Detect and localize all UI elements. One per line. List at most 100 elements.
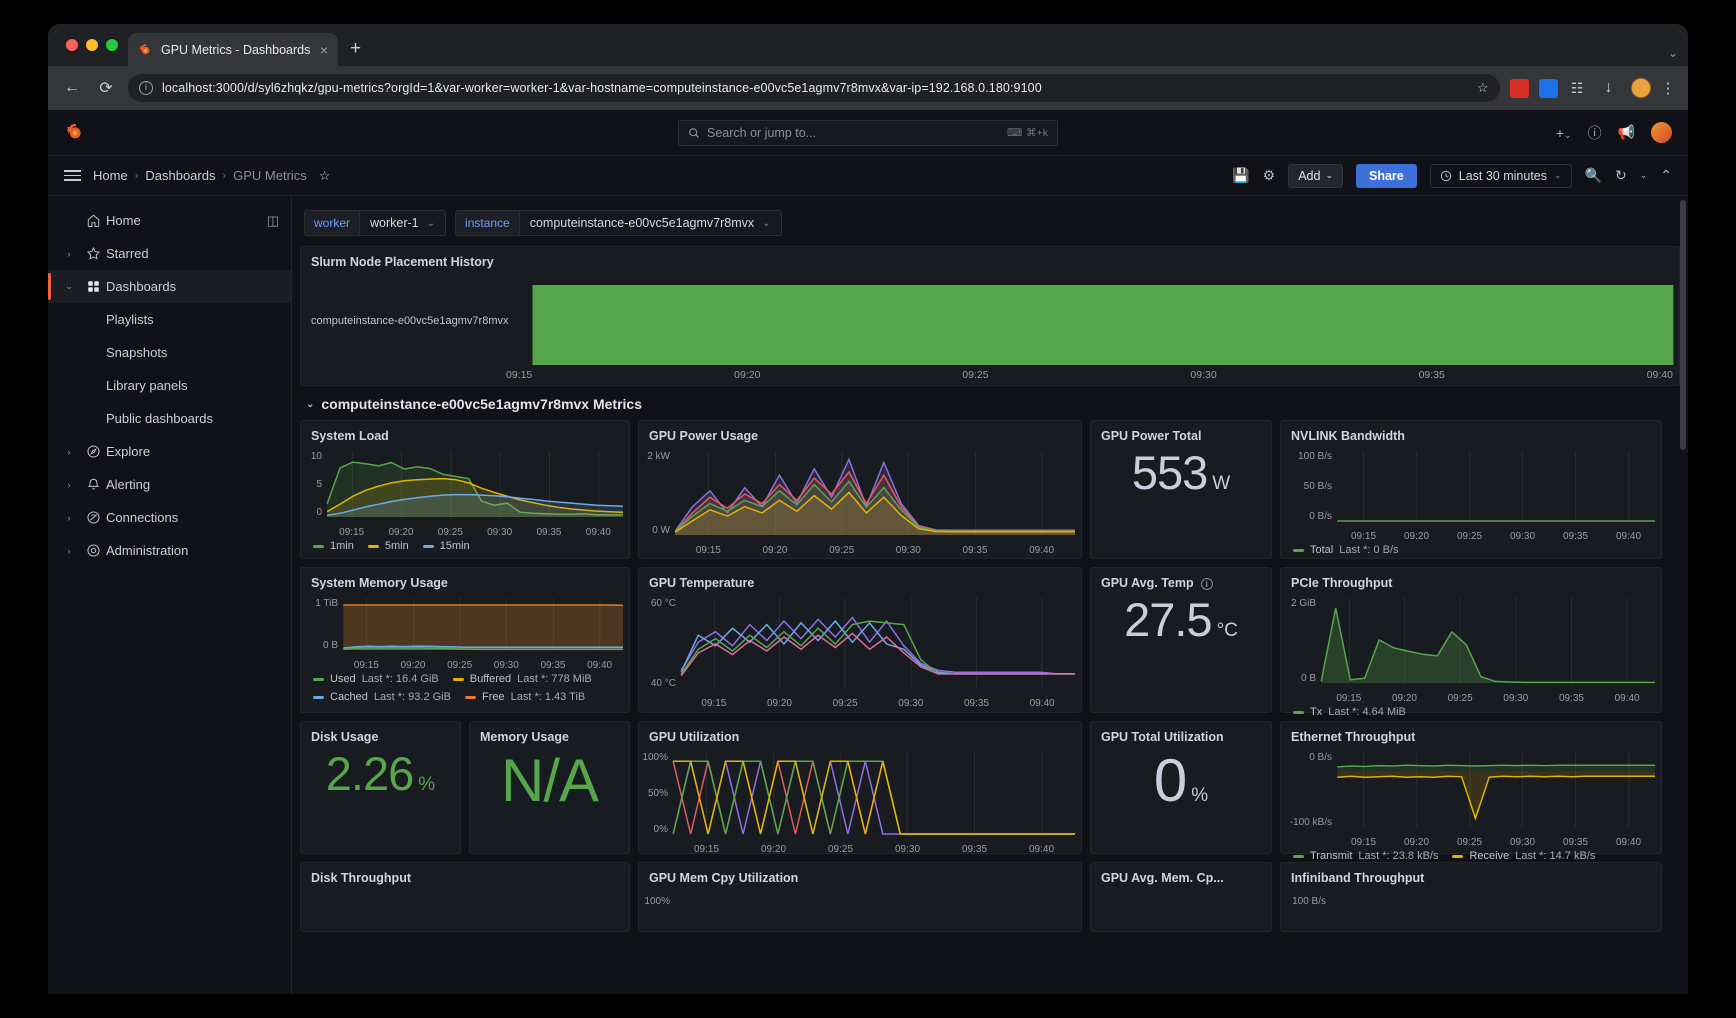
menu-toggle-icon[interactable] xyxy=(64,169,81,182)
sidebar-item-dashboards[interactable]: ⌄ Dashboards xyxy=(48,270,291,303)
profile-avatar[interactable] xyxy=(1630,78,1651,98)
panel-slurm-node-placement-history[interactable]: Slurm Node Placement History computeinst… xyxy=(300,246,1680,386)
sidebar-item-snapshots[interactable]: Snapshots xyxy=(48,336,291,369)
y-tick: 2 GiB xyxy=(1290,598,1316,609)
panel-gpu-power-usage[interactable]: GPU Power Usage 2 kW 0 W 09:15 09:20 09:25 09:… xyxy=(638,420,1082,559)
site-info-icon[interactable]: i xyxy=(139,81,153,95)
sidebar-item-connections[interactable]: › Connections xyxy=(48,501,291,534)
refresh-icon[interactable]: ↻ xyxy=(1615,167,1627,184)
breadcrumb-home[interactable]: Home xyxy=(93,168,128,183)
share-button[interactable]: Share xyxy=(1356,163,1417,188)
panel-memory-usage[interactable]: Memory Usage N/A xyxy=(469,721,630,854)
panel-title: System Load xyxy=(311,429,389,443)
infiniband-throughput-plot-svg xyxy=(1281,887,1661,927)
downloads-icon[interactable]: ↓ xyxy=(1597,79,1621,97)
sidebar-item-administration[interactable]: › Administration xyxy=(48,534,291,567)
panel-gpu-total-utilization[interactable]: GPU Total Utilization 0% xyxy=(1090,721,1272,854)
legend-item[interactable]: Used Last *: 16.4 GiB xyxy=(313,673,439,685)
news-icon[interactable]: 📢 xyxy=(1618,124,1635,141)
legend-item[interactable]: 15min xyxy=(422,540,470,552)
panel-disk-usage[interactable]: Disk Usage 2.26% xyxy=(300,721,461,854)
sidebar-item-home[interactable]: Home ◫ xyxy=(48,204,291,237)
add-panel-button[interactable]: Add ⌄ xyxy=(1288,163,1343,188)
infiniband-throughput-plot: 100 B/s xyxy=(1281,887,1661,932)
sidebar-item-public-dashboards[interactable]: Public dashboards xyxy=(48,402,291,435)
address-bar[interactable]: i localhost:3000/d/syl6zhqkz/gpu-metrics… xyxy=(128,74,1500,102)
panel-gpu-mem-cpy-utilization[interactable]: GPU Mem Cpy Utilization 100% xyxy=(638,862,1082,932)
panel-ethernet-throughput[interactable]: Ethernet Throughput 0 B/s -100 kB/s 09:15 09… xyxy=(1280,721,1662,862)
dashboard-row-header[interactable]: ⌄ computeinstance-e00vc5e1agmv7r8mvx Met… xyxy=(300,386,1680,420)
panel-infiniband-throughput[interactable]: Infiniband Throughput 100 B/s xyxy=(1280,862,1662,932)
info-icon[interactable]: i xyxy=(1200,577,1213,590)
legend-label: Tx xyxy=(1310,706,1323,718)
x-tick: 09:25 xyxy=(1456,531,1483,542)
breadcrumb-dashboards[interactable]: Dashboards xyxy=(145,168,215,183)
time-range-picker[interactable]: Last 30 minutes ⌄ xyxy=(1429,163,1572,188)
legend-label: Total xyxy=(1310,544,1334,556)
legend-item[interactable]: Transmit Last *: 23.8 kB/s xyxy=(1293,850,1438,862)
collapse-toolbar-icon[interactable]: ⌃ xyxy=(1660,167,1672,184)
extensions-puzzle-icon[interactable]: ☷ xyxy=(1568,79,1587,98)
chevron-right-icon[interactable]: › xyxy=(58,546,80,556)
legend-item[interactable]: Free Last *: 1.43 TiB xyxy=(464,691,585,703)
panel-gpu-avg-mem-cpy[interactable]: GPU Avg. Mem. Cp... xyxy=(1090,862,1272,932)
zoom-out-time-icon[interactable]: 🔍 xyxy=(1585,167,1602,184)
legend-item[interactable]: Buffered Last *: 778 MiB xyxy=(452,673,592,685)
panel-pcie-throughput[interactable]: PCIe Throughput 2 GiB 0 B 09:15 09:20 09:25 09… xyxy=(1280,567,1662,718)
panel-gpu-temperature[interactable]: GPU Temperature 60 °C 40 °C 09:15 09:20 09:25… xyxy=(638,567,1082,713)
browser-menu-icon[interactable]: ⋮ xyxy=(1661,79,1677,97)
variable-worker-select[interactable]: worker-1 ⌄ xyxy=(359,210,447,236)
sidebar-item-explore[interactable]: › Explore xyxy=(48,435,291,468)
system-memory-usage-legend: Used Last *: 16.4 GiB Buffered Last *: 778 … xyxy=(301,671,629,710)
user-avatar[interactable] xyxy=(1651,122,1672,143)
save-dashboard-icon[interactable]: 💾 xyxy=(1232,167,1249,184)
sidebar-item-playlists[interactable]: Playlists xyxy=(48,303,291,336)
maximize-window-button[interactable] xyxy=(106,39,118,51)
search-input[interactable]: Search or jump to... ⌨ ⌘+k xyxy=(678,119,1058,146)
close-window-button[interactable] xyxy=(66,39,78,51)
back-button[interactable]: ← xyxy=(60,79,84,97)
legend-item[interactable]: Total Last *: 0 B/s xyxy=(1293,544,1399,556)
chevron-down-icon[interactable]: ⌄ xyxy=(58,281,80,292)
dashboard-toolbar: 💾 ⚙ Add ⌄ Share Last 30 minutes ⌄ 🔍 ↻ ⌄ … xyxy=(1232,163,1672,188)
panel-gpu-power-total[interactable]: GPU Power Total 553 W xyxy=(1090,420,1272,559)
legend-item[interactable]: Receive Last *: 14.7 kB/s xyxy=(1452,850,1595,862)
panel-system-load[interactable]: System Load 10 5 0 09:15 09:20 09:25 09:30 09:35… xyxy=(300,420,630,559)
browser-tab[interactable]: GPU Metrics - Dashboards - G × xyxy=(128,33,338,67)
legend-item[interactable]: Tx Last *: 4.64 MiB xyxy=(1293,706,1406,718)
legend-item[interactable]: 5min xyxy=(367,540,409,552)
favorite-star-icon[interactable]: ☆ xyxy=(319,168,331,184)
dashboard-scrollbar[interactable] xyxy=(1680,200,1686,450)
window-traffic-lights xyxy=(62,24,128,66)
help-icon[interactable]: ⓘ xyxy=(1588,123,1602,143)
grafana-logo-icon[interactable] xyxy=(64,122,86,144)
chevron-right-icon[interactable]: › xyxy=(58,249,80,259)
panel-disk-throughput[interactable]: Disk Throughput xyxy=(300,862,630,932)
sidebar-item-library-panels[interactable]: Library panels xyxy=(48,369,291,402)
extension-icon-1[interactable] xyxy=(1509,78,1529,98)
variable-instance-select[interactable]: computeinstance-e00vc5e1agmv7r8mvx ⌄ xyxy=(518,210,782,236)
refresh-interval-caret-icon[interactable]: ⌄ xyxy=(1640,170,1648,181)
dashboard-settings-gear-icon[interactable]: ⚙ xyxy=(1263,167,1276,184)
panel-gpu-avg-temp[interactable]: GPU Avg. Temp i 27.5 °C xyxy=(1090,567,1272,713)
panel-system-memory-usage[interactable]: System Memory Usage 1 TiB 0 B 09:15 09:20 09:… xyxy=(300,567,630,713)
x-tick: 09:15 xyxy=(695,545,721,556)
new-tab-button[interactable]: + xyxy=(338,38,373,66)
legend-item[interactable]: Cached Last *: 93.2 GiB xyxy=(313,691,451,703)
chevron-right-icon[interactable]: › xyxy=(58,447,80,457)
chevron-right-icon[interactable]: › xyxy=(58,513,80,523)
bookmark-icon[interactable]: ☆ xyxy=(1477,80,1489,96)
dock-menu-icon[interactable]: ◫ xyxy=(267,213,279,229)
chevron-right-icon[interactable]: › xyxy=(58,480,80,490)
panel-nvlink-bandwidth[interactable]: NVLINK Bandwidth 100 B/s 50 B/s 0 B/s 09:15 0… xyxy=(1280,420,1662,559)
sidebar-item-alerting[interactable]: › Alerting xyxy=(48,468,291,501)
panel-gpu-utilization[interactable]: GPU Utilization 100% 50% 0% 09:15 09:20 09:25 0… xyxy=(638,721,1082,855)
reload-button[interactable]: ⟳ xyxy=(94,78,118,98)
create-new-button[interactable]: +⌄ xyxy=(1556,125,1572,141)
minimize-window-button[interactable] xyxy=(86,39,98,51)
legend-item[interactable]: 1min xyxy=(313,540,354,552)
tab-close-icon[interactable]: × xyxy=(320,43,328,57)
tabstrip-menu-icon[interactable]: ⌄ xyxy=(1668,46,1678,60)
sidebar-item-starred[interactable]: › Starred xyxy=(48,237,291,270)
extension-icon-2[interactable] xyxy=(1538,78,1558,98)
